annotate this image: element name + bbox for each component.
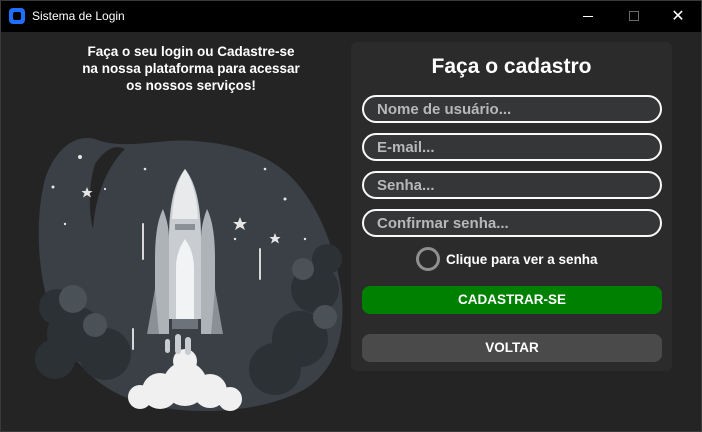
app-icon <box>9 8 25 24</box>
minimize-icon <box>583 16 593 17</box>
close-button[interactable]: ✕ <box>655 1 701 32</box>
signup-card: Faça o cadastro Clique para ver a senha … <box>351 42 672 371</box>
username-field[interactable] <box>362 95 662 123</box>
show-password-toggle[interactable]: Clique para ver a senha <box>416 247 598 271</box>
signup-button[interactable]: CADASTRAR-SE <box>362 286 662 314</box>
radio-circle-icon[interactable] <box>416 247 440 271</box>
title-bar[interactable]: Sistema de Login ✕ <box>1 1 701 32</box>
confirm-password-input[interactable] <box>364 211 660 235</box>
back-button[interactable]: VOLTAR <box>362 334 662 362</box>
confirm-password-field[interactable] <box>362 209 662 237</box>
password-input[interactable] <box>364 173 660 197</box>
minimize-button[interactable] <box>565 1 611 32</box>
email-input[interactable] <box>364 135 660 159</box>
form-title: Faça o cadastro <box>431 55 592 78</box>
email-field[interactable] <box>362 133 662 161</box>
intro-text: Faça o seu login ou Cadastre-se na nossa… <box>41 43 341 94</box>
intro-line: os nossos serviços! <box>126 78 256 93</box>
show-password-label[interactable]: Clique para ver a senha <box>446 252 598 267</box>
window-title: Sistema de Login <box>32 9 125 23</box>
maximize-button[interactable] <box>611 1 657 32</box>
maximize-icon <box>629 11 639 21</box>
username-input[interactable] <box>364 97 660 121</box>
intro-line: na nossa plataforma para acessar <box>82 61 300 76</box>
rocket-launch-illustration <box>35 138 343 412</box>
password-field[interactable] <box>362 171 662 199</box>
intro-line: Faça o seu login ou Cadastre-se <box>87 44 295 59</box>
app-window: Sistema de Login ✕ Faça o seu login ou C… <box>0 0 702 432</box>
